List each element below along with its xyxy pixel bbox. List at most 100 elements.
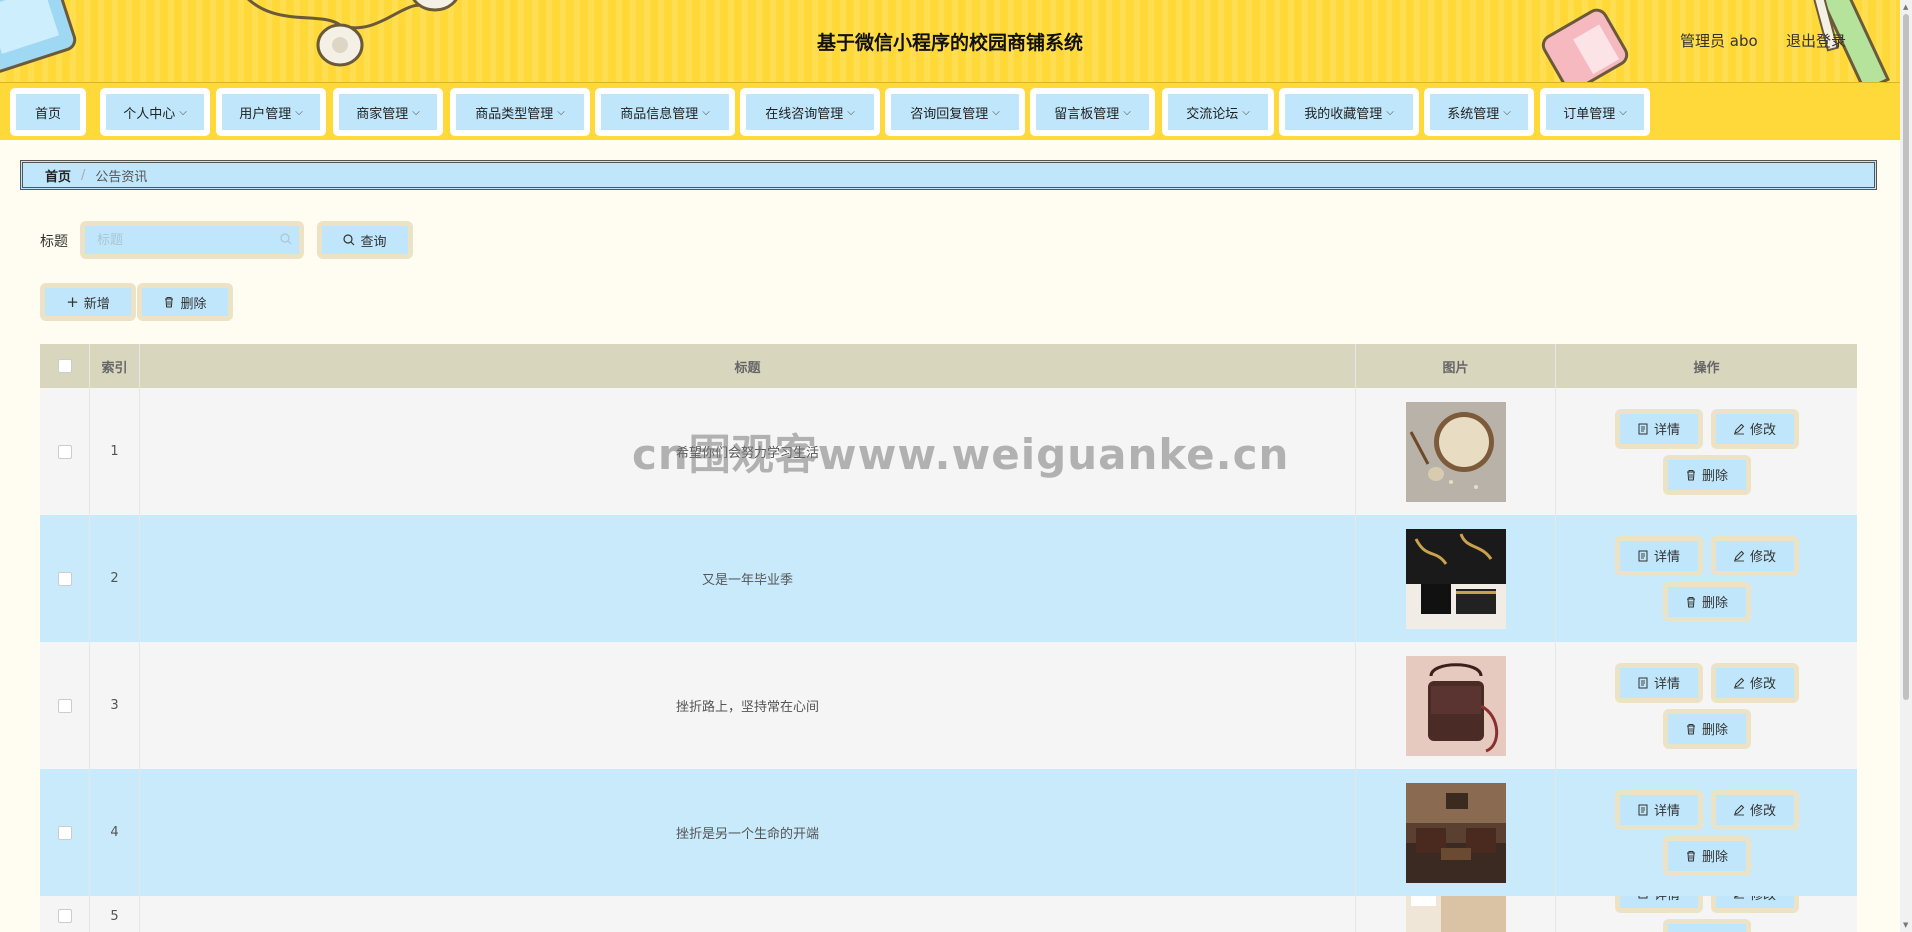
scrollbar-thumb[interactable] xyxy=(1903,14,1909,700)
detail-button-label: 详情 xyxy=(1653,423,1680,438)
detail-button[interactable]: 详情 xyxy=(1614,662,1703,703)
detail-button-label: 详情 xyxy=(1653,804,1680,819)
detail-button[interactable]: 详情 xyxy=(1614,896,1703,913)
logout-link[interactable]: 退出登录 xyxy=(1786,30,1846,51)
edit-button[interactable]: 修改 xyxy=(1710,896,1799,913)
row-checkbox[interactable] xyxy=(57,698,72,713)
nav-item-inner: 商家管理 ⌵ xyxy=(339,94,437,130)
delete-button[interactable]: 删除 xyxy=(1662,581,1751,622)
edit-button[interactable]: 修改 xyxy=(1710,789,1799,830)
nav-item-1[interactable]: 个人中心 ⌵ xyxy=(100,88,210,136)
row-thumbnail-image[interactable] xyxy=(1405,896,1506,932)
detail-button[interactable]: 详情 xyxy=(1614,408,1703,449)
header-checkbox-cell xyxy=(40,344,90,388)
nav-item-label: 咨询回复管理 xyxy=(910,106,989,122)
delete-button-label: 删除 xyxy=(1701,723,1728,738)
search-title-label: 标题 xyxy=(40,234,68,250)
chevron-down-icon: ⌵ xyxy=(1503,106,1511,118)
row-title: 又是一年毕业季 xyxy=(140,515,1356,642)
nav-item-inner: 在线咨询管理 ⌵ xyxy=(746,94,874,130)
nav-item-5[interactable]: 商品信息管理 ⌵ xyxy=(595,88,735,136)
delete-button[interactable]: 删除 xyxy=(1662,835,1751,876)
detail-button[interactable]: 详情 xyxy=(1614,535,1703,576)
nav-item-label: 商家管理 xyxy=(356,106,409,122)
chevron-down-icon: ⌵ xyxy=(1619,106,1627,118)
scroll-down-arrow-icon[interactable]: ▼ xyxy=(1903,921,1908,929)
top-header: 基于微信小程序的校园商铺系统 管理员 abo 退出登录 xyxy=(0,0,1900,82)
detail-button-label: 详情 xyxy=(1653,677,1680,692)
row-checkbox-cell xyxy=(40,769,90,896)
row-index: 1 xyxy=(90,388,140,515)
delete-button[interactable]: 删除 xyxy=(1662,919,1751,932)
row-checkbox-cell xyxy=(40,515,90,642)
nav-item-2[interactable]: 用户管理 ⌵ xyxy=(216,88,326,136)
chevron-down-icon: ⌵ xyxy=(295,106,303,118)
page-scrollbar[interactable]: ▲ ▼ xyxy=(1900,0,1912,932)
query-button-label: 查询 xyxy=(360,234,387,250)
scroll-up-arrow-icon[interactable]: ▲ xyxy=(1903,3,1908,11)
row-index: 2 xyxy=(90,515,140,642)
breadcrumb-home-link[interactable]: 首页 xyxy=(45,166,71,185)
row-operations: 详情 修改删除 xyxy=(1556,388,1857,515)
header-title: 标题 xyxy=(140,344,1356,388)
edit-pencil-icon xyxy=(1733,423,1745,434)
nav-item-label: 交流论坛 xyxy=(1186,106,1239,122)
row-checkbox[interactable] xyxy=(57,909,72,923)
row-thumbnail-image[interactable] xyxy=(1405,401,1506,502)
row-index: 5 xyxy=(90,896,140,932)
nav-item-label: 我的收藏管理 xyxy=(1304,106,1383,122)
add-button-label: 新增 xyxy=(83,296,110,312)
edit-button-label: 修改 xyxy=(1749,550,1776,565)
edit-button-label: 修改 xyxy=(1749,804,1776,819)
nav-item-6[interactable]: 在线咨询管理 ⌵ xyxy=(740,88,880,136)
search-title-input[interactable] xyxy=(85,226,299,254)
row-title xyxy=(140,896,1356,932)
edit-button-label: 修改 xyxy=(1749,677,1776,692)
edit-button[interactable]: 修改 xyxy=(1710,408,1799,449)
nav-item-3[interactable]: 商家管理 ⌵ xyxy=(333,88,443,136)
row-checkbox-cell xyxy=(40,896,90,932)
add-button[interactable]: + 新增 xyxy=(40,283,136,321)
delete-button-label: 删除 xyxy=(1701,596,1728,611)
select-all-checkbox[interactable] xyxy=(57,359,72,373)
nav-item-7[interactable]: 咨询回复管理 ⌵ xyxy=(885,88,1025,136)
row-title: 挫折路上，坚持常在心间 xyxy=(140,642,1356,769)
nav-item-inner: 商品类型管理 ⌵ xyxy=(456,94,584,130)
delete-button[interactable]: 删除 xyxy=(1662,454,1751,495)
trash-icon xyxy=(1686,596,1695,607)
delete-button[interactable]: 删除 xyxy=(1662,708,1751,749)
document-icon xyxy=(1638,804,1648,815)
detail-button[interactable]: 详情 xyxy=(1614,789,1703,830)
nav-item-10[interactable]: 我的收藏管理 ⌵ xyxy=(1279,88,1419,136)
edit-button[interactable]: 修改 xyxy=(1710,535,1799,576)
batch-delete-button[interactable]: 删除 xyxy=(137,283,233,321)
row-thumbnail-image[interactable] xyxy=(1405,655,1506,756)
nav-item-0[interactable]: 首页 xyxy=(10,88,86,136)
row-operations: 详情 修改删除 xyxy=(1556,515,1857,642)
chevron-down-icon: ⌵ xyxy=(557,106,565,118)
document-icon xyxy=(1638,550,1648,561)
breadcrumb: 首页 / 公告资讯 xyxy=(20,160,1877,190)
table-row: 2 又是一年毕业季 详情 修改删除 xyxy=(40,515,1857,642)
row-index: 4 xyxy=(90,769,140,896)
nav-item-11[interactable]: 系统管理 ⌵ xyxy=(1424,88,1534,136)
row-title: 挫折是另一个生命的开端 xyxy=(140,769,1356,896)
main-nav-bar: 首页 个人中心 ⌵ 用户管理 ⌵ 商家管理 ⌵ 商品类型管理 ⌵ 商品信息管理 ⌵ 在线咨询管理 ⌵ 咨询… xyxy=(0,82,1900,140)
row-checkbox[interactable] xyxy=(57,825,72,840)
row-thumbnail-image[interactable] xyxy=(1405,528,1506,629)
row-checkbox[interactable] xyxy=(57,444,72,459)
row-thumbnail-image[interactable] xyxy=(1405,782,1506,883)
row-checkbox[interactable] xyxy=(57,571,72,586)
nav-item-4[interactable]: 商品类型管理 ⌵ xyxy=(450,88,590,136)
nav-item-9[interactable]: 交流论坛 ⌵ xyxy=(1162,88,1274,136)
nav-item-inner: 个人中心 ⌵ xyxy=(106,94,204,130)
row-image-cell xyxy=(1356,388,1556,515)
nav-item-inner: 首页 xyxy=(16,94,80,130)
nav-item-inner: 咨询回复管理 ⌵ xyxy=(891,94,1019,130)
chevron-down-icon: ⌵ xyxy=(1123,106,1131,118)
edit-button[interactable]: 修改 xyxy=(1710,662,1799,703)
nav-item-8[interactable]: 留言板管理 ⌵ xyxy=(1030,88,1155,136)
query-button[interactable]: 查询 xyxy=(317,221,413,259)
nav-item-12[interactable]: 订单管理 ⌵ xyxy=(1540,88,1650,136)
nav-item-label: 留言板管理 xyxy=(1054,106,1120,122)
